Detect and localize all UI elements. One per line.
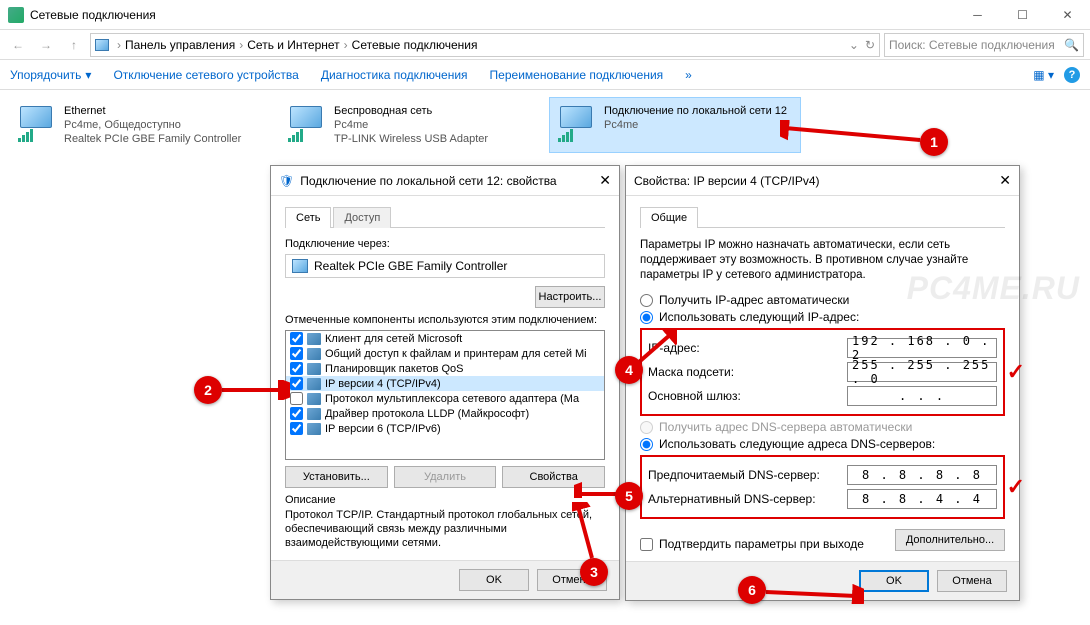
crumb-control-panel[interactable]: Панель управления [125,38,235,52]
preferred-dns-field[interactable]: 8 . 8 . 8 . 8 [847,465,997,485]
ok-button[interactable]: OK [459,569,529,591]
minimize-button[interactable]: ─ [955,0,1000,29]
configure-button[interactable]: Настроить... [535,286,605,308]
close-icon[interactable]: ✕ [999,172,1011,189]
cancel-button[interactable]: Отмена [937,570,1007,592]
view-options-icon[interactable]: ▦ ▾ [1033,68,1054,82]
remove-button: Удалить [394,466,497,488]
annotation-arrow-6 [764,584,864,604]
folder-icon [95,39,109,51]
radio-manual-ip[interactable] [640,311,653,324]
validate-checkbox[interactable] [640,538,653,551]
tab-access[interactable]: Доступ [333,207,391,228]
check-mark-icon: ✓ [1007,474,1025,500]
maximize-button[interactable]: ☐ [1000,0,1045,29]
window-title: Сетевые подключения [30,8,156,22]
adapter-icon [292,259,308,273]
annotation-badge-2: 2 [194,376,222,404]
component-ipv4: IP версии 4 (TCP/IPv4) [286,376,604,391]
annotation-arrow-4 [637,330,677,365]
back-button[interactable]: ← [6,33,30,57]
radio-auto-dns [640,421,653,434]
organize-menu[interactable]: Упорядочить [10,68,81,82]
up-button[interactable]: ↑ [62,33,86,57]
crumb-network-internet[interactable]: Сеть и Интернет [247,38,339,52]
radio-auto-ip[interactable] [640,294,653,307]
connection-ethernet[interactable]: Ethernet Pc4me, Общедоступно Realtek PCI… [10,98,260,152]
annotation-arrow-1 [780,120,925,150]
adapter-display: Realtek PCIe GBE Family Controller [285,254,605,278]
components-list[interactable]: Клиент для сетей Microsoft Общий доступ … [285,330,605,460]
tab-general[interactable]: Общие [640,207,698,228]
search-icon: 🔍 [1064,38,1079,52]
annotation-badge-4: 4 [615,356,643,384]
annotation-badge-6: 6 [738,576,766,604]
ip-address-field[interactable]: 192 . 168 . 0 . 2 [847,338,997,358]
crumb-network-connections[interactable]: Сетевые подключения [352,38,478,52]
alternate-dns-field[interactable]: 8 . 8 . 4 . 4 [847,489,997,509]
refresh-icon[interactable]: ↻ [865,38,875,52]
gateway-field[interactable]: . . . [847,386,997,406]
subnet-mask-field[interactable]: 255 . 255 . 255 . 0 [847,362,997,382]
help-icon[interactable]: ? [1064,67,1080,83]
rename-connection[interactable]: Переименование подключения [490,68,664,82]
shield-icon: 🛡 [279,174,294,188]
connection-properties-dialog: 🛡 Подключение по локальной сети 12: свой… [270,165,620,600]
connection-lan-12[interactable]: Подключение по локальной сети 12 Pc4me [550,98,800,152]
annotation-badge-5: 5 [615,482,643,510]
annotation-arrow-2 [220,380,290,400]
annotation-badge-1: 1 [920,128,948,156]
tab-network[interactable]: Сеть [285,207,331,228]
window-titlebar: Сетевые подключения ─ ☐ ✕ [0,0,1090,30]
diagnose-connection[interactable]: Диагностика подключения [321,68,468,82]
advanced-button[interactable]: Дополнительно... [895,529,1005,551]
ipv4-properties-dialog: Свойства: IP версии 4 (TCP/IPv4) ✕ Общие… [625,165,1020,601]
radio-manual-dns[interactable] [640,438,653,451]
forward-button[interactable]: → [34,33,58,57]
address-bar: ← → ↑ › Панель управления › Сеть и Интер… [0,30,1090,60]
install-button[interactable]: Установить... [285,466,388,488]
close-button[interactable]: ✕ [1045,0,1090,29]
command-bar: Упорядочить▾ Отключение сетевого устройс… [0,60,1090,90]
annotation-arrow-3 [572,502,602,562]
ip-fields-group: IP-адрес:192 . 168 . 0 . 2 Маска подсети… [640,328,1005,416]
connection-wireless[interactable]: Беспроводная сеть Pc4me TP-LINK Wireless… [280,98,530,152]
app-icon [8,7,24,23]
close-icon[interactable]: ✕ [599,172,611,189]
breadcrumb-bar[interactable]: › Панель управления › Сеть и Интернет › … [90,33,880,57]
search-input[interactable]: Поиск: Сетевые подключения 🔍 [884,33,1084,57]
ok-button[interactable]: OK [859,570,929,592]
disable-device[interactable]: Отключение сетевого устройства [113,68,298,82]
annotation-badge-3: 3 [580,558,608,586]
dns-fields-group: Предпочитаемый DNS-сервер:8 . 8 . 8 . 8 … [640,455,1005,519]
check-mark-icon: ✓ [1007,359,1025,385]
dropdown-icon[interactable]: ⌄ [849,38,859,52]
